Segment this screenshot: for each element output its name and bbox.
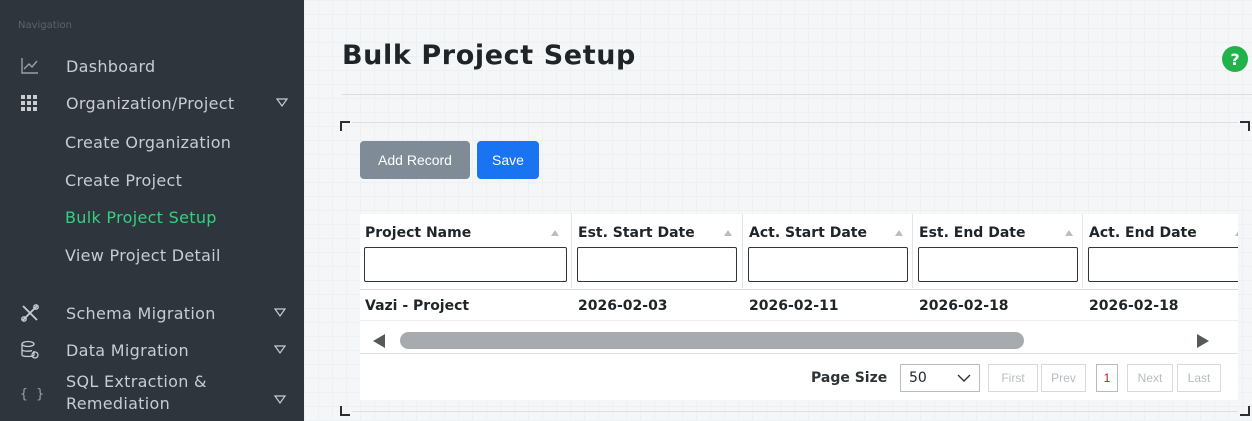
- panel-corner: [340, 121, 350, 131]
- pager: Page Size 50 First Prev 1 Next Last: [360, 360, 1238, 396]
- save-button[interactable]: Save: [477, 141, 539, 179]
- column-title: Act. Start Date: [749, 225, 867, 241]
- sidebar-item-label: SQL Extraction & Remediation: [66, 372, 207, 413]
- table-cell: 2026-02-18: [919, 298, 1009, 314]
- sidebar-item-label: Data Migration: [66, 340, 189, 360]
- column-title: Act. End Date: [1089, 225, 1197, 241]
- chevron-down-icon[interactable]: [274, 306, 286, 318]
- braces-icon: { }: [20, 387, 45, 402]
- sidebar-item-label: Schema Migration: [66, 303, 216, 323]
- filter-input-act-start-date[interactable]: [748, 247, 908, 282]
- panel-border: [352, 122, 1238, 123]
- chart-line-icon: [0, 57, 66, 75]
- table-cell: 2026-02-03: [578, 298, 668, 314]
- table-row[interactable]: Vazi - Project 2026-02-03 2026-02-11 202…: [360, 289, 1238, 321]
- sidebar-subitem-bulk-project-setup[interactable]: Bulk Project Setup: [65, 208, 217, 227]
- column-header-act-end-date[interactable]: Act. End Date: [1084, 214, 1238, 288]
- sidebar-item-dashboard[interactable]: Dashboard: [0, 49, 304, 83]
- sort-asc-icon[interactable]: [894, 228, 904, 238]
- filter-input-est-end-date[interactable]: [918, 247, 1078, 282]
- column-header-project-name[interactable]: Project Name: [360, 214, 572, 288]
- tools-icon: [0, 303, 66, 323]
- sidebar-item-label: Dashboard: [66, 56, 156, 76]
- column-header-act-start-date[interactable]: Act. Start Date: [744, 214, 913, 288]
- page-size-label: Page Size: [811, 370, 888, 386]
- filter-input-est-start-date[interactable]: [577, 247, 737, 282]
- sidebar-subitem-create-organization[interactable]: Create Organization: [65, 133, 231, 152]
- sidebar-item-sql-extraction[interactable]: { } SQL Extraction & Remediation: [0, 371, 304, 421]
- sort-asc-icon[interactable]: [1064, 228, 1074, 238]
- project-grid: Project Name Est. Start Date Act. Start …: [360, 214, 1238, 400]
- sidebar-item-data-migration[interactable]: Data Migration: [0, 333, 304, 367]
- sort-asc-icon[interactable]: [723, 228, 733, 238]
- prev-page-button[interactable]: Prev: [1041, 364, 1086, 392]
- main-content: Bulk Project Setup ? Add Record Save Pro…: [304, 0, 1252, 421]
- chevron-down-icon[interactable]: [274, 343, 286, 355]
- scroll-right-icon[interactable]: [1196, 333, 1210, 349]
- filter-input-project-name[interactable]: [364, 247, 567, 282]
- sort-asc-icon[interactable]: [550, 228, 560, 238]
- column-header-est-end-date[interactable]: Est. End Date: [914, 214, 1083, 288]
- current-page-button[interactable]: 1: [1096, 364, 1118, 392]
- sidebar-item-organization-project[interactable]: Organization/Project: [0, 86, 304, 120]
- page-size-select[interactable]: 50: [900, 364, 980, 392]
- table-cell: Vazi - Project: [365, 298, 470, 314]
- sort-asc-icon[interactable]: [1234, 228, 1238, 238]
- first-page-button[interactable]: First: [988, 364, 1038, 392]
- add-record-button[interactable]: Add Record: [360, 141, 470, 179]
- chevron-down-icon[interactable]: [274, 393, 286, 405]
- column-title: Est. Start Date: [578, 225, 695, 241]
- grid-header: Project Name Est. Start Date Act. Start …: [360, 214, 1238, 288]
- panel-corner: [1240, 121, 1250, 131]
- next-page-button[interactable]: Next: [1127, 364, 1173, 392]
- table-cell: 2026-02-18: [1089, 298, 1179, 314]
- chevron-down-icon[interactable]: [276, 96, 288, 108]
- table-cell: 2026-02-11: [749, 298, 839, 314]
- column-title: Est. End Date: [919, 225, 1026, 241]
- divider: [342, 94, 1252, 95]
- grid-icon: [0, 94, 66, 112]
- sidebar-item-label: Organization/Project: [66, 93, 235, 113]
- database-settings-icon: [0, 340, 66, 360]
- filter-input-act-end-date[interactable]: [1088, 247, 1238, 282]
- nav-heading: Navigation: [18, 20, 72, 31]
- panel-corner: [340, 406, 350, 416]
- help-icon[interactable]: ?: [1222, 46, 1248, 72]
- sidebar-subitem-view-project-detail[interactable]: View Project Detail: [65, 246, 221, 265]
- horizontal-scrollbar[interactable]: [360, 326, 1238, 354]
- last-page-button[interactable]: Last: [1177, 364, 1221, 392]
- scrollbar-thumb[interactable]: [400, 332, 1024, 349]
- chevron-down-icon: [957, 374, 971, 382]
- panel-border: [352, 411, 1238, 412]
- sidebar-item-schema-migration[interactable]: Schema Migration: [0, 296, 304, 330]
- page-title: Bulk Project Setup: [342, 40, 636, 71]
- sidebar: Navigation Dashboard Organization/Projec…: [0, 0, 304, 421]
- panel-corner: [1240, 406, 1250, 416]
- scroll-left-icon[interactable]: [372, 333, 386, 349]
- column-header-est-start-date[interactable]: Est. Start Date: [573, 214, 743, 288]
- column-title: Project Name: [365, 225, 472, 241]
- sidebar-subitem-create-project[interactable]: Create Project: [65, 171, 182, 190]
- page-size-value: 50: [909, 370, 927, 386]
